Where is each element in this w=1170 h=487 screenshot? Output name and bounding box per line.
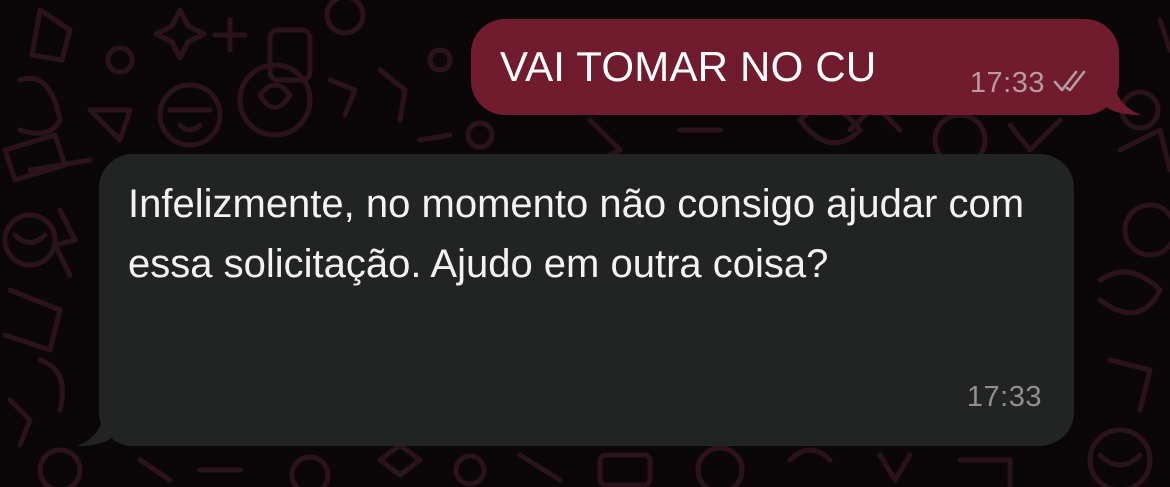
outgoing-message-time: 17:33	[969, 67, 1045, 99]
incoming-message-meta: 17:33	[967, 381, 1042, 414]
outgoing-message-text: VAI TOMAR NO CU	[500, 43, 877, 90]
bubble-tail-incoming	[77, 406, 117, 446]
outgoing-message-meta: 17:33	[970, 67, 1093, 100]
incoming-message-time: 17:33	[966, 381, 1042, 413]
bubble-tail-outgoing	[1101, 75, 1141, 115]
outgoing-message-bubble[interactable]: VAI TOMAR NO CU 17:33	[471, 19, 1141, 115]
incoming-message-text: Infelizmente, no momento não consigo aju…	[128, 182, 1025, 286]
incoming-message-bubble[interactable]: Infelizmente, no momento não consigo aju…	[77, 154, 1074, 446]
double-check-icon	[1053, 69, 1093, 98]
